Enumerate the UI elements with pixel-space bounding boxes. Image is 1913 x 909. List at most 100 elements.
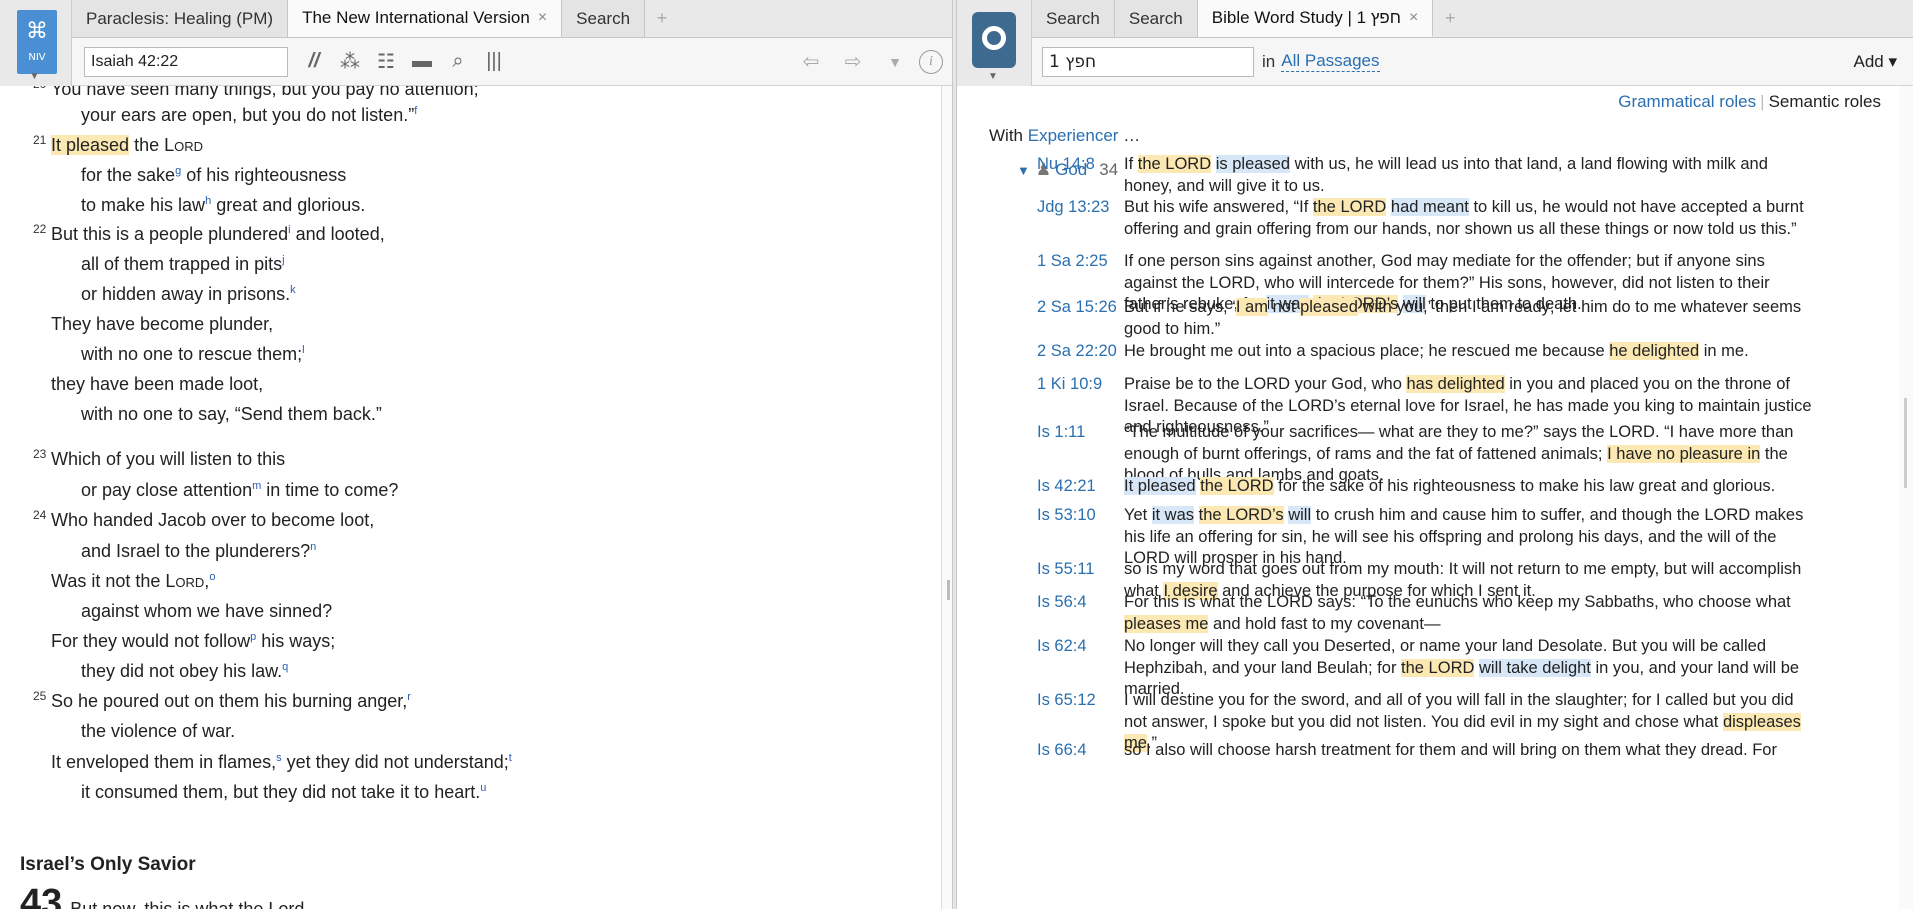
occurrence-text: so I also will choose harsh treatment fo… — [1124, 740, 1814, 762]
verse-reference-link[interactable]: Nu 14:8 — [1037, 154, 1095, 176]
add-tab-button[interactable]: + — [1433, 0, 1467, 37]
verse-line: Was it not the Lord,o — [51, 571, 215, 592]
highlighted-text: will — [1288, 506, 1312, 524]
experiencer-link[interactable]: Experiencer — [1028, 126, 1119, 145]
outline-icon[interactable]: ☷ — [368, 49, 404, 74]
tab-search-1[interactable]: Search — [1032, 0, 1115, 37]
info-icon[interactable]: i — [919, 49, 943, 74]
expand-triangle-icon[interactable]: ▼ — [1017, 163, 1030, 178]
verse-line: 24 Who handed Jacob over to become loot, — [33, 508, 374, 531]
word-study-icon — [982, 26, 1006, 50]
tab-search[interactable]: Search — [562, 0, 646, 37]
highlighted-text: it was — [1151, 506, 1195, 524]
verse-number[interactable]: 24 — [33, 508, 46, 522]
verse-reference-link[interactable]: Is 42:21 — [1037, 476, 1096, 498]
passages-dropdown[interactable]: All Passages — [1281, 51, 1380, 72]
add-tab-button[interactable]: + — [645, 0, 679, 37]
verse-reference-link[interactable]: 1 Ki 10:9 — [1037, 374, 1102, 396]
footnote-marker[interactable]: q — [282, 661, 288, 673]
semantic-roles-label[interactable]: Semantic roles — [1769, 92, 1881, 111]
tab-niv[interactable]: The New International Version × — [288, 0, 563, 37]
add-button[interactable]: Add ▾ — [1853, 52, 1897, 72]
scroll-thumb[interactable] — [1904, 398, 1907, 488]
verse-reference-link[interactable]: Is 56:4 — [1037, 592, 1087, 614]
verse-text: Lord — [165, 571, 205, 591]
verse-text: to make his law — [81, 195, 206, 215]
bible-text: Israel’s Only Savior 43 But now, this is … — [0, 86, 941, 909]
verse-reference-link[interactable]: 2 Sa 22:20 — [1037, 341, 1117, 363]
back-arrow-icon[interactable]: ⇦ — [793, 49, 829, 74]
tab-label: Search — [1128, 9, 1183, 28]
scroll-thumb[interactable] — [947, 580, 950, 600]
tab-paraclesis[interactable]: Paraclesis: Healing (PM) — [72, 0, 289, 37]
verse-number[interactable]: 22 — [33, 222, 46, 236]
word-search-input[interactable]: 1 חפץ — [1042, 46, 1254, 77]
tab-label: Search — [1046, 9, 1100, 28]
verse-number[interactable]: 25 — [33, 689, 46, 703]
scrollbar[interactable] — [1899, 86, 1913, 909]
footnote-marker[interactable]: k — [290, 284, 296, 296]
close-icon[interactable]: × — [1409, 0, 1418, 36]
verse-text: in me. — [1699, 342, 1749, 360]
forward-arrow-icon[interactable]: ⇨ — [835, 49, 871, 74]
verse-text: and looted, — [290, 224, 385, 244]
verse-number[interactable]: 20 — [33, 86, 46, 91]
resource-menu[interactable]: ▼ — [957, 0, 1032, 86]
resources-icon[interactable]: ⁂ — [332, 49, 368, 74]
panel-icon[interactable]: ▬ — [404, 50, 440, 73]
chapter-number: 43 But now, this is what the Lord — [20, 882, 304, 909]
columns-icon[interactable]: ||| — [476, 50, 512, 73]
verse-line: 25 So he poured out on them his burning a… — [33, 689, 411, 712]
resource-menu[interactable]: ⌘ NIV ▼ — [0, 0, 72, 86]
search-icon[interactable]: ⌕ — [440, 50, 476, 73]
verse-text: But if he says, ‘ — [1124, 298, 1236, 316]
tab-word-study[interactable]: Bible Word Study | 1 חפץ × — [1197, 0, 1434, 37]
verse-text: You have seen many things, but you pay n… — [51, 86, 479, 99]
verse-reference-link[interactable]: 2 Sa 15:26 — [1037, 297, 1117, 319]
highlighted-text: the LORD — [1401, 658, 1475, 677]
footnote-marker[interactable]: u — [480, 782, 486, 794]
verse-text: for the sake — [81, 165, 176, 185]
verse-line: against whom we have sinned? — [81, 601, 332, 622]
verse-line: they did not obey his law.q — [81, 661, 288, 682]
reference-input[interactable]: Isaiah 42:22 — [84, 46, 288, 77]
verse-number[interactable]: 23 — [33, 447, 46, 461]
chevron-down-icon[interactable]: ▼ — [30, 71, 40, 82]
verse-line: It enveloped them in flames,s yet they d… — [51, 752, 512, 773]
highlighted-text: the LORD — [1200, 477, 1274, 495]
verse-reference-link[interactable]: Is 55:11 — [1037, 559, 1094, 581]
verse-reference-link[interactable]: 1 Sa 2:25 — [1037, 251, 1108, 273]
verse-text: not — [1267, 298, 1301, 316]
footnote-marker[interactable]: f — [414, 105, 417, 117]
verse-reference-link[interactable]: Jdg 13:23 — [1037, 197, 1109, 219]
verse-reference-link[interactable]: Is 1:11 — [1037, 422, 1085, 444]
close-icon[interactable]: × — [538, 0, 547, 36]
word-study-logo[interactable] — [972, 12, 1016, 68]
footnote-marker[interactable]: n — [310, 541, 316, 553]
footnote-marker[interactable]: t — [509, 752, 512, 764]
parallel-icon[interactable]: // — [296, 50, 332, 73]
verse-text: or hidden away in prisons. — [81, 284, 291, 304]
highlighted-text: is pleased — [1215, 155, 1291, 173]
chevron-down-icon[interactable]: ▼ — [988, 71, 998, 82]
grammatical-roles-link[interactable]: Grammatical roles — [1618, 92, 1756, 111]
bible-pane: ⌘ NIV ▼ Paraclesis: Healing (PM) The New… — [0, 0, 956, 909]
verse-reference-link[interactable]: Is 53:10 — [1037, 505, 1096, 527]
footnote-marker[interactable]: m — [252, 480, 261, 492]
verse-reference-link[interactable]: Is 65:12 — [1037, 690, 1096, 712]
verse-number[interactable]: 21 — [33, 133, 46, 147]
footnote-marker[interactable]: r — [407, 691, 411, 703]
niv-logo[interactable]: ⌘ NIV — [17, 10, 57, 74]
with-suffix: … — [1123, 126, 1141, 145]
verse-text: great and glorious. — [211, 195, 366, 215]
tab-search-2[interactable]: Search — [1114, 0, 1198, 37]
footnote-marker[interactable]: j — [282, 254, 284, 266]
dropdown-icon[interactable]: ▼ — [877, 54, 913, 70]
verse-text: they have been made loot, — [51, 374, 264, 394]
verse-reference-link[interactable]: Is 62:4 — [1037, 636, 1087, 658]
footnote-marker[interactable]: l — [302, 344, 304, 356]
verse-line: 22 But this is a people plunderedi and lo… — [33, 222, 385, 245]
verse-reference-link[interactable]: Is 66:4 — [1037, 740, 1087, 762]
footnote-marker[interactable]: o — [209, 571, 215, 583]
verse-line: 20 You have seen many things, but you pay… — [33, 86, 479, 100]
